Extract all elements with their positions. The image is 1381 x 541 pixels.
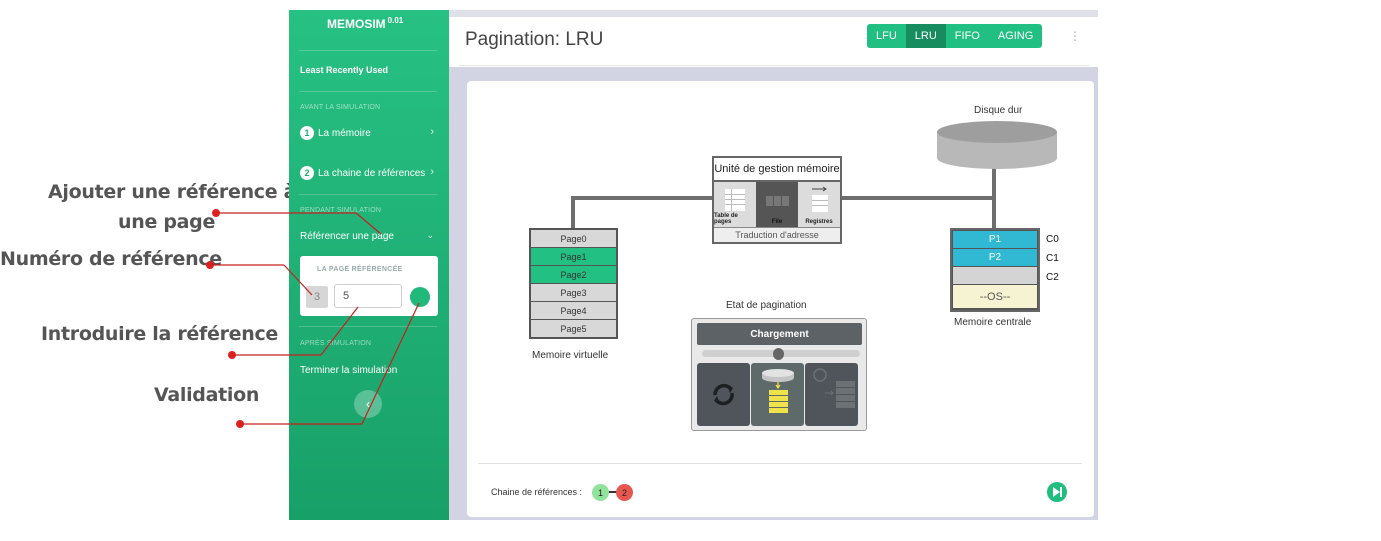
frame-slot: [953, 267, 1037, 284]
timer-register-icon: [813, 368, 855, 408]
divider: [299, 194, 437, 195]
loading-tile: [751, 363, 804, 426]
more-options-icon[interactable]: ⋮: [1069, 29, 1081, 43]
annotation-ref-number: Numéro de référence: [0, 248, 222, 270]
pagination-state-label: Etat de pagination: [726, 300, 807, 311]
sidebar-item-reference-page[interactable]: Référencer une page ⌄: [300, 227, 438, 245]
reference-card: LA PAGE RÉFÉRENCÉE 3: [300, 256, 438, 316]
sidebar-item-label: La chaine de références: [318, 167, 426, 179]
next-step-button[interactable]: [1047, 482, 1067, 502]
mmu-title: Unité de gestion mémoire: [714, 158, 840, 182]
table-icon: [725, 189, 745, 211]
registers-icon: [812, 186, 828, 212]
algorithm-name: Least Recently Used: [300, 65, 389, 75]
annotation-add-reference-line2: une page: [118, 211, 216, 233]
pagination-state-head: Chargement: [697, 323, 862, 345]
disk-icon: [937, 121, 1057, 169]
pagination-state-panel: Chargement: [691, 318, 867, 431]
bus-wire: [571, 196, 575, 229]
disk-label: Disque dur: [974, 105, 1023, 116]
chain-chip[interactable]: 2: [616, 484, 633, 501]
virtual-memory: Page0 Page1 Page2 Page3 Page4 Page5: [529, 228, 618, 339]
chain-chip[interactable]: 1: [592, 484, 609, 501]
memory-management-unit: Unité de gestion mémoire Table de pages …: [712, 156, 842, 244]
section-after-simulation: APRÈS SIMULATION: [300, 340, 372, 347]
sidebar-item-end-simulation[interactable]: Terminer la simulation: [300, 361, 438, 379]
bus-wire: [840, 196, 996, 200]
divider: [299, 50, 437, 51]
section-during-simulation: PENDANT SIMULATION: [300, 207, 382, 214]
reference-number-badge: 3: [306, 286, 328, 308]
mmu-footer: Traduction d'adresse: [714, 228, 840, 242]
sidebar-item-reference-chain[interactable]: 2 La chaine de références ›: [300, 164, 438, 182]
reference-chain-label: Chaine de références :: [491, 487, 583, 497]
page-slot: Page0: [531, 230, 616, 247]
algo-button-lfu[interactable]: LFU: [867, 24, 906, 48]
section-before-simulation: AVANT LA SIMULATION: [300, 104, 381, 111]
sidebar-item-label: La mémoire: [318, 127, 371, 139]
register-tile: [805, 363, 858, 426]
chevron-right-icon: ›: [430, 166, 434, 178]
page-slot: Page1: [531, 248, 616, 265]
algo-button-lru[interactable]: LRU: [905, 24, 946, 48]
refresh-icon: [713, 383, 734, 406]
sidebar: MEMOSIM 0.01 Least Recently Used AVANT LA…: [289, 10, 449, 520]
frame-slot: P1: [953, 231, 1037, 248]
queue-icon: [766, 196, 789, 206]
collapse-sidebar-button[interactable]: ‹: [354, 390, 382, 418]
chevron-down-icon: ⌄: [426, 230, 434, 240]
frame-name: C1: [1046, 253, 1059, 264]
page-slot: Page5: [531, 320, 616, 337]
annotation-dot: [206, 261, 214, 269]
sidebar-item-label: Référencer une page: [300, 230, 394, 242]
os-region: --OS--: [953, 285, 1037, 308]
page-slot: Page4: [531, 302, 616, 319]
divider: [478, 463, 1082, 464]
annotation-dot: [212, 209, 220, 217]
annotation-validation: Validation: [154, 384, 260, 406]
bus-wire: [992, 164, 996, 229]
disk-to-queue-icon: [762, 369, 794, 413]
central-memory: P1 P2 --OS--: [950, 228, 1040, 312]
divider: [299, 326, 437, 327]
frame-slot: P2: [953, 249, 1037, 266]
page-slot: Page2: [531, 266, 616, 283]
central-memory-label: Memoire centrale: [954, 317, 1032, 328]
algorithm-switcher: LFU LRU FIFO AGING: [867, 24, 1043, 48]
annotation-add-reference: Ajouter une référence à: [48, 181, 297, 203]
brand: MEMOSIM 0.01: [327, 16, 404, 31]
frame-name: C2: [1046, 272, 1059, 283]
divider: [459, 65, 1089, 66]
queue-cell: File: [756, 182, 798, 227]
page-table-cell: Table de pages: [714, 182, 756, 227]
progress-knob: [773, 348, 784, 360]
registers-cell: Registres: [798, 182, 840, 227]
page-title: Pagination: LRU: [465, 29, 604, 50]
screenshot: Ajouter une référence à une page Numéro …: [0, 0, 1381, 541]
reference-input[interactable]: [334, 284, 402, 308]
bus-wire: [571, 196, 714, 200]
divider: [299, 91, 437, 92]
header: Pagination: LRU LFU LRU FIFO AGING ⋮: [449, 10, 1098, 67]
skip-next-icon: [1053, 487, 1062, 497]
frame-name: C0: [1046, 234, 1059, 245]
chevron-right-icon: ›: [430, 126, 434, 138]
annotation-dot: [236, 420, 244, 428]
algo-button-fifo[interactable]: FIFO: [945, 24, 989, 48]
annotation-dot: [228, 351, 236, 359]
chevron-left-icon: ‹: [366, 397, 370, 411]
sidebar-item-label: Terminer la simulation: [300, 364, 398, 376]
page-slot: Page3: [531, 284, 616, 301]
algo-button-aging[interactable]: AGING: [988, 24, 1043, 48]
sidebar-item-memory[interactable]: 1 La mémoire ›: [300, 124, 438, 142]
step-number: 1: [300, 126, 314, 140]
annotation-introduce-ref: Introduire la référence: [41, 323, 279, 345]
validate-button[interactable]: [410, 287, 430, 307]
refresh-tile: [697, 363, 750, 426]
step-number: 2: [300, 166, 314, 180]
reference-card-title: LA PAGE RÉFÉRENCÉE: [317, 266, 403, 273]
virtual-memory-label: Memoire virtuelle: [532, 350, 609, 361]
